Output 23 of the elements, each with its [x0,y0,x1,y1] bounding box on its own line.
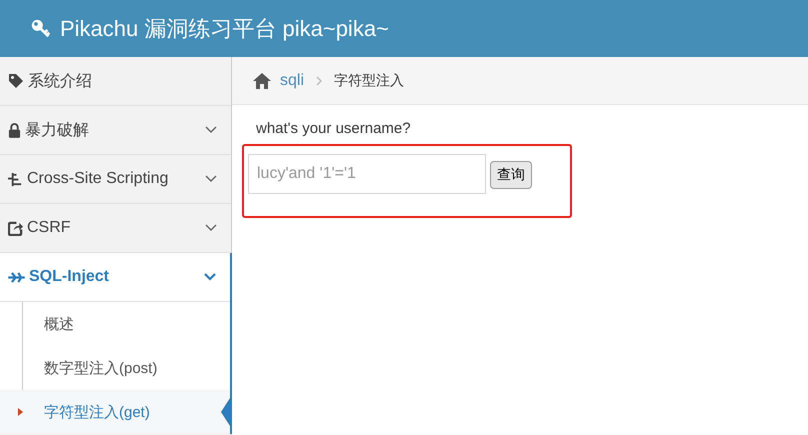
sidebar-item-label: CSRF [27,219,72,237]
breadcrumb-current: 字符型注入 [334,72,404,90]
app-title: Pikachu 漏洞练习平台 pika~pika~ [60,14,389,43]
sidebar-item-label: 系统介绍 [28,72,93,92]
chevron-icon [316,76,322,86]
key-icon [30,18,52,40]
lock-icon [8,122,21,138]
sidebar-item[interactable]: 系统介绍 [0,57,231,106]
home-icon[interactable] [252,72,272,90]
submenu-item[interactable]: 数字型注入(post) [0,346,230,390]
sidebar-item-label: SQL-Inject [29,268,110,286]
submenu-item[interactable]: 概述 [0,302,230,346]
sidebar-item-label: Cross-Site Scripting [27,170,170,188]
sidebar-item[interactable]: SQL-Inject [0,253,230,302]
sidebar-item[interactable]: Cross-Site Scripting [0,155,231,204]
sidebar-item[interactable]: 暴力破解 [0,106,231,155]
query-button[interactable]: 查询 [490,161,532,189]
share-icon [8,220,23,236]
tag-icon [8,73,24,89]
list-icon [8,172,23,186]
field-label: what's your username? [256,120,412,137]
sidebar-item-label: 暴力破解 [25,120,90,140]
submenu-item[interactable]: 字符型注入(get) [0,390,230,434]
